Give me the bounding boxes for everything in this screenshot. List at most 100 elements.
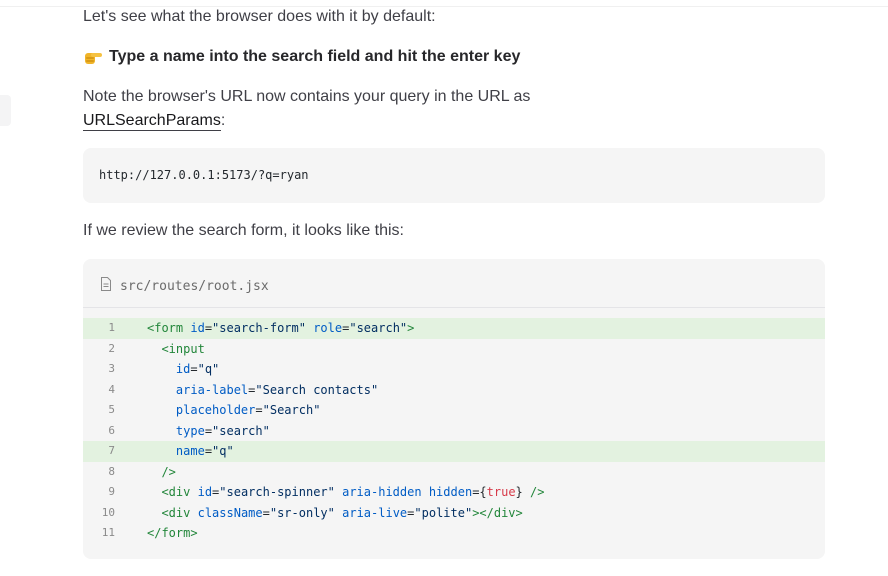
code-line: 7 name="q" xyxy=(83,441,825,462)
code-token: name xyxy=(175,444,205,458)
code-text: <div id="search-spinner" aria-hidden hid… xyxy=(147,482,544,503)
code-line: 4 aria-label="Search contacts" xyxy=(83,380,825,401)
code-token: role xyxy=(313,321,343,335)
code-token: "q" xyxy=(212,444,234,458)
code-token: </form> xyxy=(147,526,198,540)
code-token: = xyxy=(255,403,263,417)
code-line: 10 <div className="sr-only" aria-live="p… xyxy=(83,503,825,524)
code-token: /> xyxy=(161,464,176,479)
code-text: id="q" xyxy=(147,359,219,380)
code-token: <div xyxy=(161,485,191,499)
intro-paragraph: Let's see what the browser does with it … xyxy=(83,8,436,25)
code-token: = xyxy=(204,321,213,335)
note-paragraph: Note the browser's URL now contains your… xyxy=(83,85,825,133)
note-text: Note the browser's URL now contains your… xyxy=(83,88,531,105)
line-number: 8 xyxy=(108,464,115,478)
code-token: "q" xyxy=(197,362,220,376)
line-number: 4 xyxy=(108,382,115,396)
code-token: "Search" xyxy=(262,403,321,417)
review-paragraph: If we review the search form, it looks l… xyxy=(83,222,404,239)
code-token: placeholder xyxy=(175,403,256,417)
code-token: <div xyxy=(161,505,191,520)
code-text: aria-label="Search contacts" xyxy=(147,380,378,401)
code-token: "search" xyxy=(349,321,408,335)
code-token: "Search contacts" xyxy=(255,382,379,397)
code-token: = xyxy=(262,505,270,520)
code-token: id xyxy=(197,485,213,499)
code-token: = xyxy=(190,362,198,376)
code-token: aria-hidden xyxy=(342,485,422,499)
code-token: "search-form" xyxy=(212,321,306,335)
code-token: id xyxy=(190,321,205,335)
filename-label: src/routes/root.jsx xyxy=(120,278,269,294)
code-token: className xyxy=(197,505,263,520)
code-token: = xyxy=(204,423,213,438)
code-line: 1 <form id="search-form" role="search"> xyxy=(83,318,825,339)
pointing-hand-icon xyxy=(83,48,103,66)
code-token: > xyxy=(407,321,415,335)
code-token: aria-live xyxy=(342,505,408,520)
line-number: 5 xyxy=(108,403,115,416)
line-number: 11 xyxy=(101,526,115,539)
code-line: 11 </form> xyxy=(83,523,825,544)
code-line: 9 <div id="search-spinner" aria-hidden h… xyxy=(83,482,825,503)
note-suffix: : xyxy=(220,112,226,129)
code-token: <form xyxy=(147,321,184,335)
code-text: </form> xyxy=(147,523,198,544)
url-code-line: http://127.0.0.1:5173/?q=ryan xyxy=(99,168,309,182)
instruction-text: Type a name into the search field and hi… xyxy=(109,48,521,65)
line-number: 2 xyxy=(108,341,115,355)
code-token: <input xyxy=(161,341,205,356)
code-lines: 1 <form id="search-form" role="search"> 2 … xyxy=(83,318,825,544)
line-number: 1 xyxy=(108,321,115,334)
code-header-divider xyxy=(83,307,825,308)
code-token: "search-spinner" xyxy=(219,485,335,499)
code-token: /> xyxy=(530,485,545,499)
url-code-block: http://127.0.0.1:5173/?q=ryan xyxy=(83,148,825,203)
code-text: name="q" xyxy=(147,441,234,462)
sidebar-edge xyxy=(0,95,11,126)
code-token: hidden xyxy=(428,485,473,499)
code-token: "sr-only" xyxy=(269,505,335,520)
source-code-block: src/routes/root.jsx 1 <form id="search-fo… xyxy=(83,259,825,559)
code-line: 5 placeholder="Search" xyxy=(83,400,825,421)
code-token: id xyxy=(175,362,191,376)
code-line: 8 /> xyxy=(83,462,825,483)
line-number: 3 xyxy=(108,362,115,375)
line-number: 9 xyxy=(108,485,115,498)
code-text: /> xyxy=(147,462,176,483)
code-text: placeholder="Search" xyxy=(147,400,321,421)
code-token: type xyxy=(175,423,205,438)
urlsearchparams-link[interactable]: URLSearchParams xyxy=(83,112,221,131)
code-filename: src/routes/root.jsx xyxy=(100,276,269,296)
code-token: true xyxy=(486,485,516,499)
code-line: 2 <input xyxy=(83,339,825,360)
code-token: "polite" xyxy=(414,505,473,520)
code-line: 6 type="search" xyxy=(83,421,825,442)
code-text: <form id="search-form" role="search"> xyxy=(147,318,414,339)
code-token: "search" xyxy=(212,423,270,438)
line-number: 7 xyxy=(108,444,115,457)
code-token: } xyxy=(515,485,523,499)
code-token: ></div> xyxy=(472,505,523,520)
code-text: <div className="sr-only" aria-live="poli… xyxy=(147,503,523,524)
line-number: 6 xyxy=(108,423,115,437)
code-token: aria-label xyxy=(175,382,249,397)
instruction-paragraph: Type a name into the search field and hi… xyxy=(83,45,825,69)
code-token: = xyxy=(204,444,213,458)
line-number: 10 xyxy=(101,505,115,519)
file-icon xyxy=(100,277,112,295)
